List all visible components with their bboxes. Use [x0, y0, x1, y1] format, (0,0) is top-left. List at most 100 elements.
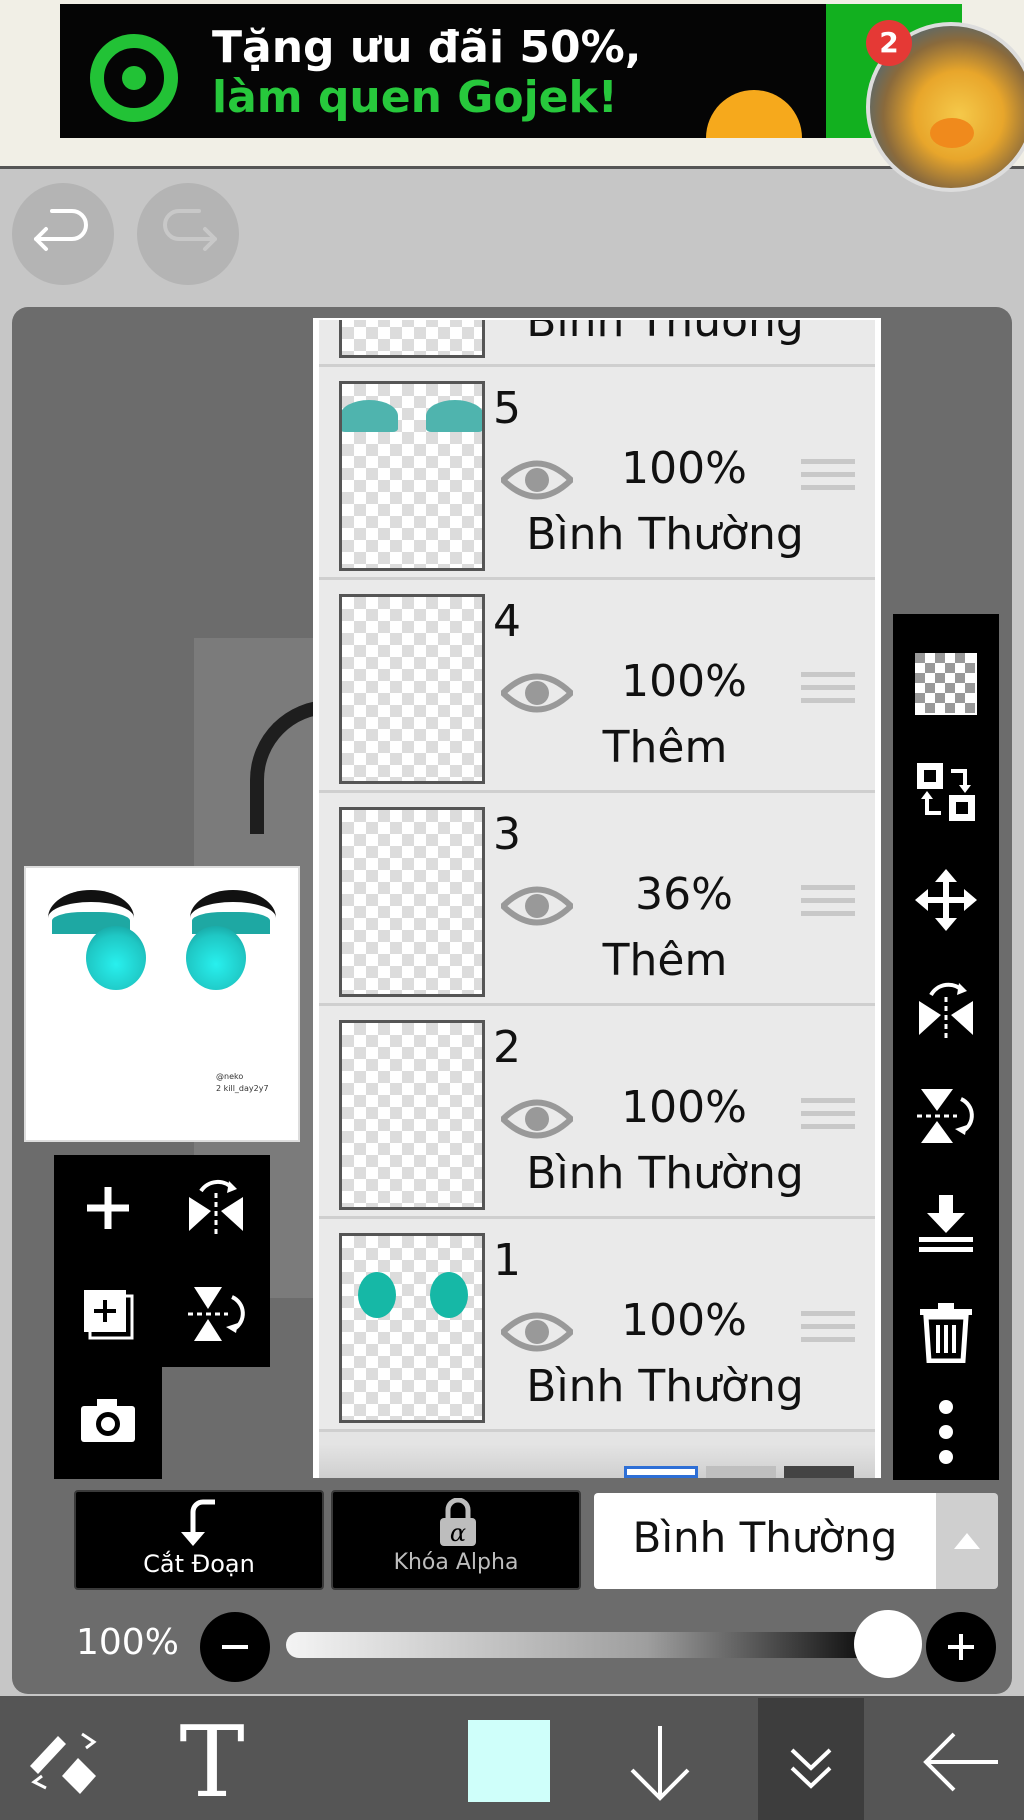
layer-blend-mode: Bình Thường [526, 320, 804, 347]
add-copy-icon [84, 1290, 134, 1340]
drag-handle-icon[interactable] [801, 885, 855, 927]
delete-layer-button[interactable] [893, 1284, 999, 1380]
checkerboard-icon [915, 653, 977, 715]
plus-icon [87, 1187, 129, 1229]
blend-mode-select[interactable]: Bình Thường [594, 1493, 936, 1589]
layer-thumbnail [339, 594, 485, 784]
brush-eraser-icon [30, 1732, 97, 1794]
transparency-button[interactable] [893, 636, 999, 732]
drag-handle-icon[interactable] [801, 1311, 855, 1353]
undo-button[interactable] [12, 183, 114, 285]
ad-subheadline: làm quen Gojek! [212, 72, 618, 123]
layer-row[interactable]: 5 100% Bình Thường [319, 367, 875, 580]
more-options-button[interactable] [893, 1384, 999, 1480]
top-divider [0, 166, 1024, 169]
merge-down-button[interactable] [893, 1176, 999, 1272]
lock-alpha-icon: α [440, 1498, 476, 1547]
opacity-label: 100% [76, 1622, 179, 1663]
ad-sun-graphic [706, 90, 802, 138]
drag-handle-icon[interactable] [801, 1098, 855, 1140]
eye-icon[interactable] [501, 668, 573, 718]
layer-row[interactable]: 1 100% Bình Thường [319, 1219, 875, 1432]
layer-tools-panel-ext [54, 1367, 162, 1479]
layer-thumbnail [339, 1020, 485, 1210]
right-eye [186, 926, 246, 990]
flip-horizontal-right-button[interactable] [893, 960, 999, 1056]
camera-icon [81, 1399, 135, 1442]
select-swap-button[interactable] [893, 744, 999, 840]
camera-button[interactable] [54, 1367, 162, 1473]
layer-blend-mode: Bình Thường [526, 1148, 804, 1199]
redo-button[interactable] [137, 183, 239, 285]
ad-banner[interactable]: Tặng ưu đãi 50%, làm quen Gojek! [60, 4, 962, 138]
eye-icon[interactable] [501, 455, 573, 505]
add-layer-button[interactable] [54, 1155, 162, 1261]
layer-row[interactable]: 3 36% Thêm [319, 793, 875, 1006]
merge-down-icon [919, 1195, 973, 1252]
layer-row[interactable]: 4 100% Thêm [319, 580, 875, 793]
layer-number: 2 [493, 1022, 521, 1073]
redo-icon [163, 209, 217, 251]
select-swap-icon [917, 763, 975, 821]
drag-handle-icon[interactable] [801, 459, 855, 501]
trash-icon [920, 1303, 972, 1363]
layer-blend-mode: Bình Thường [526, 509, 804, 560]
collapse-panel-button[interactable] [776, 1730, 846, 1800]
clipping-arrow-icon [181, 1499, 215, 1546]
add-copy-layer-button[interactable] [54, 1261, 162, 1367]
ad-headline: Tặng ưu đãi 50%, [212, 22, 642, 73]
blend-mode-value: Bình Thường [632, 1513, 898, 1562]
text-icon: T [179, 1706, 244, 1820]
blend-mode-toggle[interactable] [936, 1493, 998, 1589]
triangle-up-icon [954, 1533, 980, 1549]
layer-list[interactable]: Bình Thường 5 100% Bình Thường 4 100% Th… [319, 320, 875, 1444]
right-toolbar [893, 614, 999, 1480]
eye-icon[interactable] [501, 1307, 573, 1357]
left-eye [86, 926, 146, 990]
layer-thumbnail [339, 807, 485, 997]
opacity-slider-handle[interactable] [854, 1610, 922, 1678]
flip-vertical-button[interactable] [162, 1261, 270, 1367]
flip-horizontal-icon [919, 982, 973, 1039]
opacity-increase-button[interactable] [926, 1612, 996, 1682]
flip-vertical-icon [188, 1287, 245, 1341]
layer-number: 5 [493, 383, 521, 434]
eye-icon[interactable] [501, 1094, 573, 1144]
move-down-button[interactable] [620, 1718, 700, 1808]
opacity-slider-track[interactable] [286, 1632, 888, 1658]
layer-thumbnail [339, 381, 485, 571]
layer-number: 1 [493, 1235, 521, 1286]
back-button[interactable] [918, 1722, 1002, 1802]
minus-icon [222, 1645, 248, 1649]
eye-icon[interactable] [501, 881, 573, 931]
alpha-lock-button[interactable]: α Khóa Alpha [331, 1490, 581, 1590]
flip-vertical-icon [917, 1089, 974, 1143]
layer-row[interactable]: 2 100% Bình Thường [319, 1006, 875, 1219]
opacity-decrease-button[interactable] [200, 1612, 270, 1682]
svg-text:T: T [179, 1712, 244, 1808]
layer-opacity: 100% [621, 656, 747, 707]
canvas-preview-thumbnail[interactable]: @neko 2 kill_day2y7 [24, 866, 300, 1142]
layer-row[interactable]: Bình Thường [319, 320, 875, 367]
flip-horizontal-icon [189, 1179, 243, 1235]
layer-blend-mode: Thêm [602, 935, 728, 986]
layer-opacity: 100% [621, 1295, 747, 1346]
notification-badge: 2 [866, 20, 912, 66]
current-color-swatch[interactable] [468, 1720, 550, 1802]
move-button[interactable] [893, 852, 999, 948]
layer-opacity: 36% [635, 869, 733, 920]
flip-vertical-right-button[interactable] [893, 1068, 999, 1164]
brush-eraser-button[interactable] [24, 1722, 104, 1802]
text-tool-button[interactable]: T [170, 1706, 254, 1820]
layer-number: 4 [493, 596, 521, 647]
undo-icon [34, 209, 88, 251]
layer-scroll-tabs[interactable] [624, 1462, 860, 1478]
layer-number: 3 [493, 809, 521, 860]
watermark-line2: 2 kill_day2y7 [216, 1084, 269, 1093]
layer-tools-panel [54, 1155, 270, 1367]
clipping-button[interactable]: Cắt Đoạn [74, 1490, 324, 1590]
arrow-left-icon [923, 1732, 998, 1792]
layer-thumbnail [339, 1233, 485, 1423]
drag-handle-icon[interactable] [801, 672, 855, 714]
flip-horizontal-button[interactable] [162, 1155, 270, 1261]
